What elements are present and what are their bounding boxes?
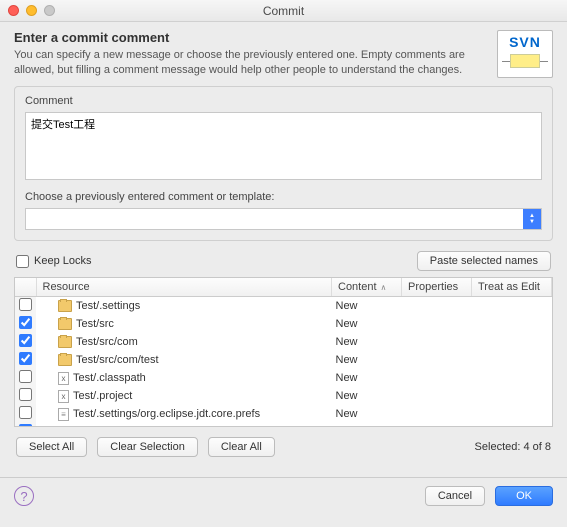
row-checkbox[interactable]: [19, 316, 32, 329]
svn-logo: SVN: [497, 30, 553, 78]
resource-name: Test/.project: [73, 390, 132, 402]
resource-name: Test/src: [76, 318, 114, 330]
content-cell: New: [332, 315, 402, 333]
content-cell: New: [332, 423, 402, 427]
dropdown-icon[interactable]: ▲▼: [523, 209, 541, 229]
content-cell: New: [332, 297, 402, 316]
table-row[interactable]: Test/.classpath New: [15, 369, 552, 387]
file-x-icon: [58, 390, 69, 403]
folder-icon: [58, 300, 72, 312]
table-row[interactable]: Test/src/com/test New: [15, 351, 552, 369]
choose-label: Choose a previously entered comment or t…: [25, 191, 542, 203]
folder-icon: [58, 336, 72, 348]
keep-locks-label: Keep Locks: [34, 255, 91, 267]
table-row[interactable]: Test/.project New: [15, 387, 552, 405]
resource-name: Test/src/com/test/Test.java: [73, 426, 202, 427]
resource-name: Test/src/com: [76, 336, 138, 348]
comment-textarea[interactable]: [25, 112, 542, 180]
col-properties[interactable]: Properties: [402, 278, 472, 297]
resource-name: Test/.settings: [76, 300, 140, 312]
select-all-button[interactable]: Select All: [16, 437, 87, 457]
file-x-icon: [58, 372, 69, 385]
keep-locks-input[interactable]: [16, 255, 29, 268]
resource-name: Test/.classpath: [73, 372, 146, 384]
clear-selection-button[interactable]: Clear Selection: [97, 437, 198, 457]
table-row[interactable]: Test/src New: [15, 315, 552, 333]
template-combo[interactable]: ▲▼: [25, 208, 542, 230]
content-cell: New: [332, 405, 402, 423]
resource-table-wrap: Resource Content Properties Treat as Edi…: [14, 277, 553, 427]
table-row[interactable]: Test/.settings/org.eclipse.jdt.core.pref…: [15, 405, 552, 423]
file-t-icon: [58, 408, 69, 421]
template-input[interactable]: [26, 209, 523, 229]
window-title: Commit: [0, 4, 567, 18]
col-resource[interactable]: Resource: [36, 278, 332, 297]
col-content[interactable]: Content: [332, 278, 402, 297]
content-cell: New: [332, 387, 402, 405]
folder-icon: [58, 354, 72, 366]
table-row[interactable]: Test/.settings New: [15, 297, 552, 316]
row-checkbox[interactable]: [19, 424, 32, 427]
folder-icon: [58, 318, 72, 330]
col-treat[interactable]: Treat as Edit: [472, 278, 552, 297]
repo-icon: [510, 54, 540, 68]
row-checkbox[interactable]: [19, 352, 32, 365]
row-checkbox[interactable]: [19, 406, 32, 419]
paste-names-button[interactable]: Paste selected names: [417, 251, 551, 271]
clear-all-button[interactable]: Clear All: [208, 437, 275, 457]
comment-label: Comment: [25, 95, 542, 107]
file-j-icon: [58, 426, 69, 428]
content-cell: New: [332, 333, 402, 351]
titlebar: Commit: [0, 0, 567, 22]
resource-table: Resource Content Properties Treat as Edi…: [15, 278, 552, 427]
row-checkbox[interactable]: [19, 388, 32, 401]
content-cell: New: [332, 369, 402, 387]
selected-status: Selected: 4 of 8: [475, 441, 551, 453]
row-checkbox[interactable]: [19, 298, 32, 311]
row-checkbox[interactable]: [19, 370, 32, 383]
svn-logo-text: SVN: [509, 34, 541, 50]
content-cell: New: [332, 351, 402, 369]
resource-name: Test/.settings/org.eclipse.jdt.core.pref…: [73, 408, 260, 420]
table-row[interactable]: Test/src/com/test/Test.java New: [15, 423, 552, 427]
page-description: You can specify a new message or choose …: [14, 48, 485, 78]
table-row[interactable]: Test/src/com New: [15, 333, 552, 351]
comment-group: Comment Choose a previously entered comm…: [14, 86, 553, 241]
resource-name: Test/src/com/test: [76, 354, 159, 366]
cancel-button[interactable]: Cancel: [425, 486, 485, 506]
keep-locks-checkbox[interactable]: Keep Locks: [16, 255, 91, 268]
help-icon[interactable]: ?: [14, 486, 34, 506]
page-title: Enter a commit comment: [14, 30, 485, 45]
ok-button[interactable]: OK: [495, 486, 553, 506]
row-checkbox[interactable]: [19, 334, 32, 347]
